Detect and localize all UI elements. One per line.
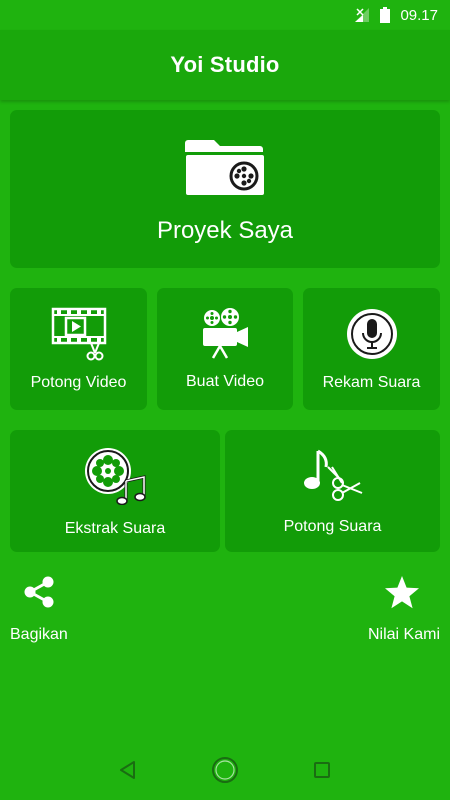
star-icon [384, 575, 440, 614]
my-projects-button[interactable]: Proyek Saya [10, 110, 440, 268]
rate-us-button[interactable]: Nilai Kami [368, 575, 440, 644]
app-title: Yoi Studio [170, 52, 280, 77]
back-icon[interactable] [108, 750, 148, 790]
home-icon[interactable] [205, 750, 245, 790]
cut-video-label: Potong Video [30, 373, 127, 391]
battery-icon [380, 7, 391, 23]
film-scissors-icon [51, 307, 107, 366]
create-video-label: Buat Video [186, 372, 264, 390]
extract-audio-label: Ekstrak Suara [64, 519, 166, 537]
cut-video-button[interactable]: Potong Video [10, 288, 147, 410]
status-bar: 09.17 [0, 0, 450, 30]
video-camera-icon [200, 307, 250, 365]
record-audio-button[interactable]: Rekam Suara [303, 288, 440, 410]
my-projects-label: Proyek Saya [156, 216, 294, 244]
microphone-icon [345, 307, 399, 366]
app-bar: Yoi Studio [0, 30, 450, 100]
music-note-scissors-icon [302, 447, 364, 508]
folder-reel-icon [184, 134, 266, 203]
reel-music-note-icon [82, 445, 148, 510]
extract-audio-button[interactable]: Ekstrak Suara [10, 430, 220, 552]
cut-audio-label: Potong Suara [283, 517, 382, 535]
rate-us-label: Nilai Kami [367, 626, 440, 643]
share-button[interactable]: Bagikan [10, 575, 68, 644]
create-video-button[interactable]: Buat Video [157, 288, 293, 410]
share-icon [10, 575, 56, 614]
system-nav-bar [0, 740, 450, 800]
share-label: Bagikan [10, 626, 68, 643]
cut-audio-button[interactable]: Potong Suara [225, 430, 440, 552]
recents-icon[interactable] [302, 750, 342, 790]
signal-icon [354, 7, 370, 23]
record-audio-label: Rekam Suara [322, 373, 421, 391]
status-time: 09.17 [400, 6, 438, 24]
